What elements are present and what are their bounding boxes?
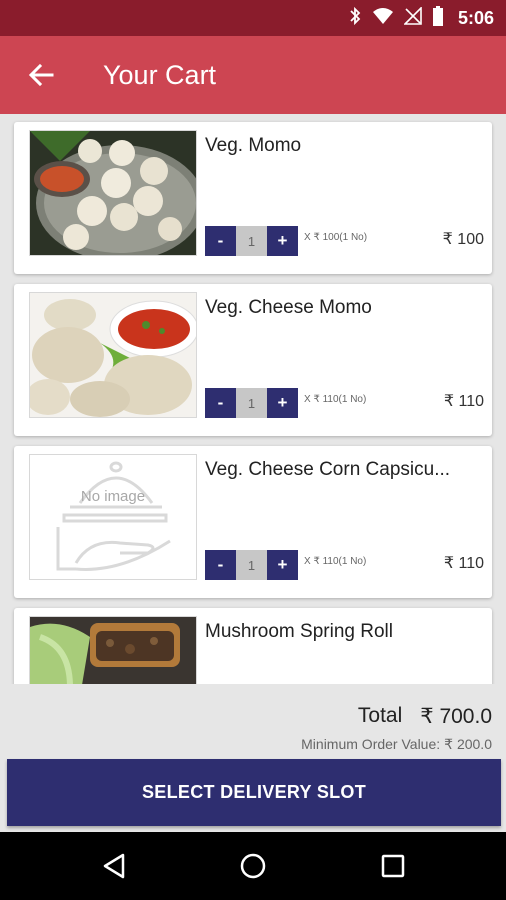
select-delivery-slot-button[interactable]: SELECT DELIVERY SLOT bbox=[7, 759, 501, 826]
unit-price: X ₹ 110(1 No) bbox=[304, 394, 367, 405]
quantity-value: 1 bbox=[236, 388, 267, 418]
app-bar: Your Cart bbox=[0, 36, 506, 114]
increase-button[interactable]: + bbox=[267, 550, 298, 580]
minimum-order-label: Minimum Order Value: bbox=[301, 736, 441, 752]
navigation-bar bbox=[0, 832, 506, 900]
momo-photo bbox=[29, 130, 197, 256]
bluetooth-icon bbox=[348, 6, 362, 31]
no-image-placeholder: No image bbox=[29, 454, 197, 580]
cheese-momo-photo bbox=[29, 292, 197, 418]
item-name: Mushroom Spring Roll bbox=[205, 621, 393, 642]
no-image-label: No image bbox=[80, 488, 146, 505]
cart-item-card: Mushroom Spring Roll bbox=[14, 608, 492, 684]
status-time: 5:06 bbox=[457, 7, 494, 28]
unit-price: X ₹ 100(1 No) bbox=[304, 232, 368, 243]
total-line: Total ₹ 700.0 bbox=[358, 704, 492, 729]
arrow-left-icon[interactable] bbox=[24, 58, 58, 92]
cart-list[interactable]: Veg. Momo - 1 + X ₹ 100(1 No) ₹ 100 Veg.… bbox=[0, 114, 506, 684]
increase-button[interactable]: + bbox=[267, 226, 298, 256]
back-triangle-icon[interactable] bbox=[96, 848, 132, 884]
cart-summary: Total ₹ 700.0 Minimum Order Value: ₹ 200… bbox=[0, 696, 506, 758]
cart-item-card: Veg. Cheese Momo - 1 + X ₹ 110(1 No) ₹ 1… bbox=[14, 284, 492, 436]
cart-item-card: No image Veg. Cheese Corn Capsicu... - 1… bbox=[14, 446, 492, 598]
spring-roll-photo bbox=[29, 616, 197, 684]
quantity-stepper: - 1 + bbox=[205, 388, 298, 418]
quantity-stepper: - 1 + bbox=[205, 550, 298, 580]
decrease-button[interactable]: - bbox=[205, 226, 236, 256]
unit-price: X ₹ 110(1 No) bbox=[304, 556, 367, 567]
item-price: ₹ 100 bbox=[442, 231, 484, 248]
quantity-stepper: - 1 + bbox=[205, 226, 298, 256]
minimum-order-value: ₹ 200.0 bbox=[444, 736, 492, 752]
total-value: ₹ 700.0 bbox=[420, 705, 492, 728]
item-price: ₹ 110 bbox=[443, 555, 484, 572]
total-label: Total bbox=[357, 704, 403, 727]
item-name: Veg. Momo bbox=[205, 135, 302, 156]
item-name: Veg. Cheese Momo bbox=[205, 297, 372, 318]
no-signal-icon bbox=[403, 5, 422, 30]
home-circle-icon[interactable] bbox=[235, 848, 271, 884]
item-price: ₹ 110 bbox=[443, 393, 484, 410]
item-name: Veg. Cheese Corn Capsicu... bbox=[205, 459, 451, 480]
decrease-button[interactable]: - bbox=[205, 388, 236, 418]
cart-item-card: Veg. Momo - 1 + X ₹ 100(1 No) ₹ 100 bbox=[14, 122, 492, 274]
minimum-order-line: Minimum Order Value: ₹ 200.0 bbox=[301, 736, 492, 753]
page-title: Your Cart bbox=[103, 60, 217, 90]
battery-icon bbox=[432, 5, 444, 31]
recents-square-icon[interactable] bbox=[375, 848, 411, 884]
wifi-icon bbox=[372, 7, 394, 30]
decrease-button[interactable]: - bbox=[205, 550, 236, 580]
increase-button[interactable]: + bbox=[267, 388, 298, 418]
status-bar: 5:06 bbox=[0, 0, 506, 36]
quantity-value: 1 bbox=[236, 226, 267, 256]
quantity-value: 1 bbox=[236, 550, 267, 580]
